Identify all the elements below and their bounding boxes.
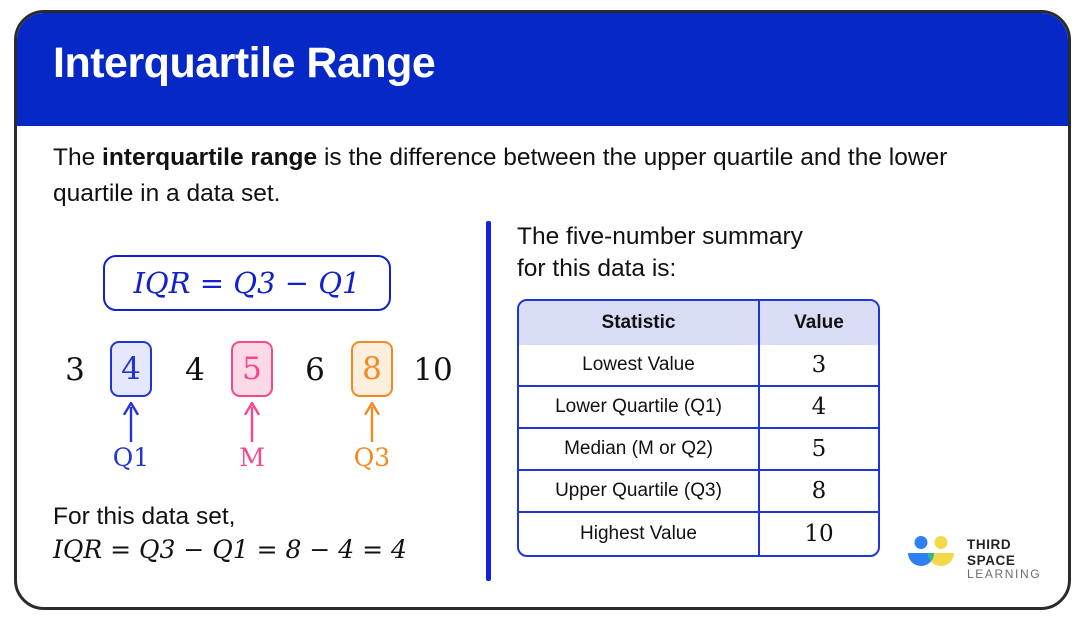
table-header-statistic: Statistic	[519, 301, 760, 345]
up-arrow-icon	[364, 401, 380, 442]
sequence-value-3: 4	[185, 352, 205, 388]
marker-median-label: M	[239, 443, 265, 472]
marker-q1: Q1	[101, 401, 161, 470]
intro-paragraph: The interquartile range is the differenc…	[53, 140, 1028, 212]
sequence-value-5: 6	[305, 352, 325, 388]
table-header-value: Value	[760, 301, 878, 345]
sequence-value-1: 3	[65, 352, 85, 388]
summary-caption-line1: The five-number summary	[517, 223, 803, 250]
worked-example-intro: For this data set,	[53, 503, 236, 530]
marker-q1-label: Q1	[112, 443, 150, 472]
marker-median: M	[222, 401, 282, 470]
sequence-value-6-q3: 8	[351, 341, 393, 397]
formula-equals: =	[199, 266, 225, 300]
up-arrow-icon	[123, 401, 139, 442]
formula-lhs: IQR	[133, 266, 191, 300]
sequence-value-7: 10	[413, 352, 453, 388]
lesson-card: Interquartile Range The interquartile ra…	[14, 10, 1071, 610]
intro-text-before: The	[53, 144, 103, 171]
logo-line-2: LEARNING	[967, 567, 1042, 582]
table-cell-value: 8	[760, 471, 878, 513]
marker-q3: Q3	[342, 401, 402, 470]
marker-q3-label: Q3	[353, 443, 391, 472]
iqr-formula-box: IQR = Q3 − Q1	[103, 255, 391, 311]
table-cell-statistic: Highest Value	[519, 513, 760, 555]
brand-logo: THIRD SPACE LEARNING	[905, 531, 1047, 581]
logo-wordmark: THIRD SPACE LEARNING	[967, 537, 1047, 582]
card-header: Interquartile Range	[17, 13, 1068, 126]
five-number-summary-table: Statistic Value Lowest Value 3 Lower Qua…	[517, 299, 880, 557]
summary-caption-line2: for this data is:	[517, 255, 677, 282]
formula-term1: Q3	[233, 266, 276, 300]
worked-example: For this data set, IQR = Q3 − Q1 = 8 − 4…	[53, 501, 483, 567]
table-cell-statistic: Lower Quartile (Q1)	[519, 387, 760, 429]
third-space-learning-logo-icon	[908, 536, 954, 566]
up-arrow-icon	[244, 401, 260, 442]
intro-text-bold: interquartile range	[102, 144, 318, 171]
table-cell-statistic: Lowest Value	[519, 345, 760, 387]
five-number-summary-caption: The five-number summary for this data is…	[517, 221, 917, 285]
table-row: Lower Quartile (Q1) 4	[519, 387, 878, 429]
sequence-value-4-median: 5	[231, 341, 273, 397]
table-cell-statistic: Median (M or Q2)	[519, 429, 760, 471]
table-cell-value: 5	[760, 429, 878, 471]
data-set-sequence: 3 4 4 5 6 8 10	[53, 341, 473, 399]
left-column: IQR = Q3 − Q1 3 4 4 5 6 8 10 Q1 M Q3 For…	[17, 233, 487, 603]
iqr-formula: IQR = Q3 − Q1	[133, 266, 360, 300]
table-row: Lowest Value 3	[519, 345, 878, 387]
table-cell-value: 3	[760, 345, 878, 387]
table-cell-statistic: Upper Quartile (Q3)	[519, 471, 760, 513]
table-row: Highest Value 10	[519, 513, 878, 555]
table-row: Median (M or Q2) 5	[519, 429, 878, 471]
table-row: Upper Quartile (Q3) 8	[519, 471, 878, 513]
worked-example-equation: IQR = Q3 − Q1 = 8 − 4 = 4	[53, 535, 407, 564]
table-header-row: Statistic Value	[519, 301, 878, 345]
quartile-markers: Q1 M Q3	[53, 401, 473, 491]
logo-line-1: THIRD SPACE	[967, 537, 1016, 568]
formula-term2: Q1	[318, 266, 361, 300]
formula-minus: −	[284, 266, 310, 300]
page-title: Interquartile Range	[53, 39, 436, 87]
column-divider	[486, 221, 491, 581]
sequence-value-2-q1: 4	[110, 341, 152, 397]
table-cell-value: 4	[760, 387, 878, 429]
right-column: The five-number summary for this data is…	[517, 221, 917, 557]
table-cell-value: 10	[804, 521, 834, 547]
